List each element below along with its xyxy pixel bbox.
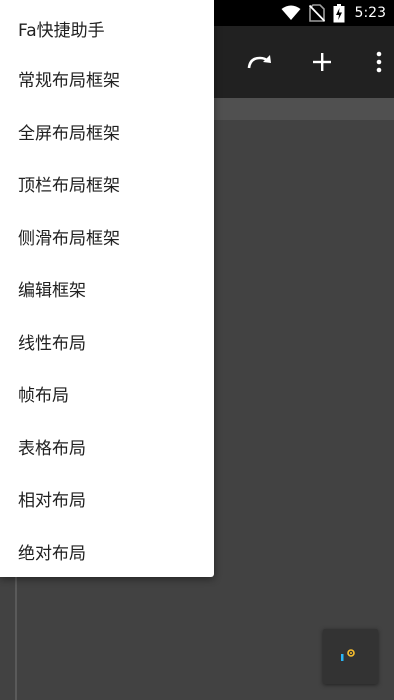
menu-item-fa-assistant[interactable]: Fa快捷助手 xyxy=(0,3,214,47)
add-button[interactable] xyxy=(302,42,342,82)
menu-item-label: 编辑框架 xyxy=(18,280,86,301)
menu-item-linear-layout[interactable]: 线性布局 xyxy=(0,319,214,363)
menu-item-frame-layout[interactable]: 帧布局 xyxy=(0,371,214,415)
redo-button[interactable] xyxy=(240,42,280,82)
menu-item-topbar-layout-frame[interactable]: 顶栏布局框架 xyxy=(0,161,214,205)
wifi-icon xyxy=(281,5,301,21)
menu-item-label: 线性布局 xyxy=(18,333,86,354)
menu-item-label: 常规布局框架 xyxy=(18,70,120,91)
menu-item-label: Fa快捷助手 xyxy=(18,21,105,41)
more-options-button[interactable] xyxy=(364,42,394,82)
more-vert-icon xyxy=(376,51,382,73)
menu-item-label: 表格布局 xyxy=(18,438,86,459)
menu-item-absolute-layout[interactable]: 绝对布局 xyxy=(0,529,214,573)
menu-item-fullscreen-layout-frame[interactable]: 全屏布局框架 xyxy=(0,109,214,153)
no-sim-icon xyxy=(308,4,325,22)
menu-item-edit-frame[interactable]: 编辑框架 xyxy=(0,266,214,310)
floating-widget-icon xyxy=(341,649,355,661)
battery-charging-icon xyxy=(333,3,345,23)
layout-template-menu: Fa快捷助手 常规布局框架 全屏布局框架 顶栏布局框架 侧滑布局框架 编辑框架 … xyxy=(0,0,214,577)
add-icon xyxy=(313,53,331,71)
menu-item-label: 帧布局 xyxy=(18,385,69,406)
menu-item-relative-layout[interactable]: 相对布局 xyxy=(0,476,214,520)
menu-item-drawer-layout-frame[interactable]: 侧滑布局框架 xyxy=(0,214,214,258)
status-time: 5:23 xyxy=(354,5,386,21)
menu-item-label: 相对布局 xyxy=(18,490,86,511)
menu-item-normal-layout-frame[interactable]: 常规布局框架 xyxy=(0,56,214,100)
floating-debug-widget[interactable] xyxy=(323,629,378,684)
menu-item-table-layout[interactable]: 表格布局 xyxy=(0,424,214,468)
redo-icon xyxy=(247,55,271,69)
menu-item-label: 全屏布局框架 xyxy=(18,123,120,144)
menu-item-label: 顶栏布局框架 xyxy=(18,175,120,196)
menu-item-label: 侧滑布局框架 xyxy=(18,228,120,249)
status-icons: 5:23 xyxy=(281,0,386,26)
menu-item-label: 绝对布局 xyxy=(18,543,86,564)
